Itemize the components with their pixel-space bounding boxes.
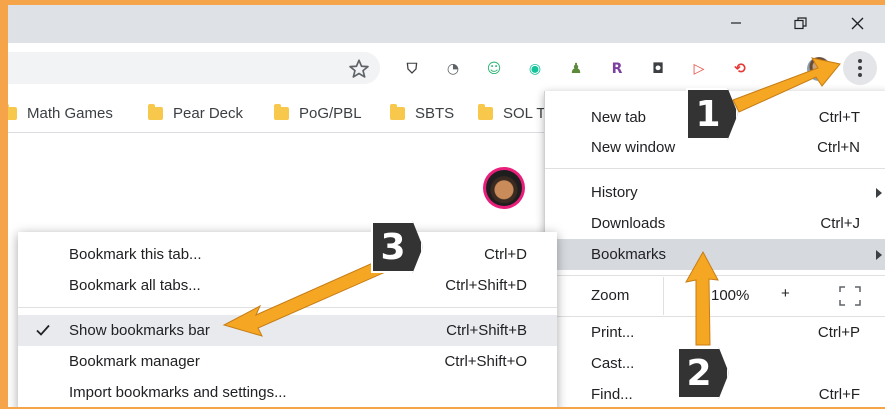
menu-item-label: Bookmarks xyxy=(591,246,667,263)
bitmoji-icon[interactable]: ☺ xyxy=(482,57,506,81)
folder-icon xyxy=(274,103,289,120)
zoom-row: Zoom 100% + xyxy=(545,277,885,315)
browser-window: ⛉ ◔ ☺ ◉ ♟ R ◘ ▷ ⟲ Math Games Pear Deck PoG/PBL S… xyxy=(8,5,885,407)
menu-item-shortcut: Ctrl+F xyxy=(818,386,860,403)
bookmark-label: SBTS xyxy=(415,104,455,122)
menu-divider xyxy=(545,275,885,276)
bookmark-star-icon[interactable] xyxy=(348,58,370,80)
menu-item-label: Cast... xyxy=(591,355,635,372)
menu-item-shortcut: Ctrl+P xyxy=(817,324,860,341)
bookmark-folder-sol[interactable]: SOL T xyxy=(478,93,546,133)
step-1-callout: 1 xyxy=(686,88,738,140)
bookmark-label: SOL T xyxy=(503,104,546,122)
rewordify-icon[interactable]: R xyxy=(605,57,629,81)
bookmark-label: Pear Deck xyxy=(173,104,244,122)
lastpass-icon[interactable]: ⟲ xyxy=(728,57,752,81)
zoom-value: 100% xyxy=(711,287,750,304)
bookmarks-submenu: Bookmark this tab... Ctrl+D Bookmark all… xyxy=(18,232,557,407)
menu-item-bookmark-all-tabs[interactable]: Bookmark all tabs... Ctrl+Shift+D xyxy=(18,270,557,301)
folder-icon xyxy=(478,103,493,120)
avatar-image xyxy=(486,170,522,206)
menu-item-label: Print... xyxy=(591,324,635,341)
menu-item-label: New window xyxy=(591,139,676,156)
grammar-icon[interactable]: ◔ xyxy=(441,57,465,81)
step-3-callout: 3 xyxy=(371,221,423,273)
fullscreen-icon[interactable] xyxy=(839,286,861,306)
menu-item-label: Find... xyxy=(591,386,633,403)
step-number: 3 xyxy=(380,226,406,268)
zoom-out-button[interactable] xyxy=(663,277,715,315)
submenu-arrow-icon xyxy=(876,249,882,260)
bookmark-folder-math-games[interactable]: Math Games xyxy=(8,93,113,133)
step-number: 1 xyxy=(695,93,721,135)
menu-item-shortcut: Ctrl+J xyxy=(820,215,860,232)
account-avatar[interactable] xyxy=(483,167,525,209)
zoom-in-button[interactable]: + xyxy=(781,285,790,302)
menu-item-bookmarks[interactable]: Bookmarks xyxy=(545,239,885,270)
address-bar[interactable] xyxy=(8,52,380,84)
bookmark-folder-sbts[interactable]: SBTS xyxy=(390,93,454,133)
bookmark-folder-pog-pbl[interactable]: PoG/PBL xyxy=(274,93,362,133)
profile-avatar[interactable] xyxy=(807,57,831,81)
menu-item-shortcut: Ctrl+N xyxy=(817,139,860,156)
submenu-arrow-icon xyxy=(876,187,882,198)
menu-item-label: New tab xyxy=(591,109,647,126)
chrome-menu-button[interactable] xyxy=(843,51,877,85)
menu-item-label: Bookmark all tabs... xyxy=(69,277,201,294)
menu-item-history[interactable]: History xyxy=(545,177,885,208)
title-bar xyxy=(8,5,885,43)
menu-item-shortcut: Ctrl+Shift+B xyxy=(446,322,527,339)
menu-item-label: Downloads xyxy=(591,215,666,232)
grammarly-icon[interactable]: ◉ xyxy=(523,57,547,81)
folder-icon xyxy=(8,103,17,120)
menu-item-bookmark-manager[interactable]: Bookmark manager Ctrl+Shift+O xyxy=(18,346,557,377)
pocket-icon[interactable]: ⛉ xyxy=(400,57,424,81)
bookmark-folder-pear-deck[interactable]: Pear Deck xyxy=(148,93,243,133)
menu-item-import-bookmarks[interactable]: Import bookmarks and settings... xyxy=(18,377,557,407)
menu-item-label: Show bookmarks bar xyxy=(69,322,210,339)
more-dot-icon xyxy=(858,73,862,77)
menu-item-label: Import bookmarks and settings... xyxy=(69,384,287,401)
checkmark-icon xyxy=(36,324,50,336)
lightbulb-icon[interactable]: ◘ xyxy=(646,57,670,81)
close-window-button[interactable] xyxy=(834,9,880,37)
pear-deck-icon[interactable]: ♟ xyxy=(564,57,588,81)
menu-item-label: Bookmark manager xyxy=(69,353,200,370)
menu-divider xyxy=(18,307,557,308)
menu-item-label: Bookmark this tab... xyxy=(69,246,202,263)
bookmark-label: PoG/PBL xyxy=(299,104,362,122)
toolbar: ⛉ ◔ ☺ ◉ ♟ R ◘ ▷ ⟲ xyxy=(8,43,885,93)
more-dot-icon xyxy=(858,59,862,63)
menu-divider xyxy=(545,168,885,169)
step-2-callout: 2 xyxy=(677,347,729,399)
menu-item-bookmark-this-tab[interactable]: Bookmark this tab... Ctrl+D xyxy=(18,239,557,270)
bookmark-label: Math Games xyxy=(27,104,113,122)
menu-item-print[interactable]: Print... Ctrl+P xyxy=(545,317,885,348)
minimize-icon xyxy=(731,22,741,24)
menu-item-shortcut: Ctrl+T xyxy=(818,109,860,126)
menu-item-shortcut: Ctrl+Shift+O xyxy=(444,353,527,370)
zoom-label: Zoom xyxy=(591,287,630,304)
menu-item-shortcut: Ctrl+Shift+D xyxy=(445,277,527,294)
menu-item-shortcut: Ctrl+D xyxy=(484,246,527,263)
minimize-button[interactable] xyxy=(713,9,759,37)
restore-button[interactable] xyxy=(777,9,823,37)
folder-icon xyxy=(148,103,163,120)
step-number: 2 xyxy=(686,352,712,394)
menu-item-downloads[interactable]: Downloads Ctrl+J xyxy=(545,208,885,239)
menu-item-show-bookmarks-bar[interactable]: Show bookmarks bar Ctrl+Shift+B xyxy=(18,315,557,346)
close-icon xyxy=(851,17,863,29)
restore-icon xyxy=(793,16,807,29)
more-dot-icon xyxy=(858,66,862,70)
screencast-icon[interactable]: ▷ xyxy=(687,57,711,81)
menu-item-label: History xyxy=(591,184,638,201)
folder-icon xyxy=(390,103,405,120)
